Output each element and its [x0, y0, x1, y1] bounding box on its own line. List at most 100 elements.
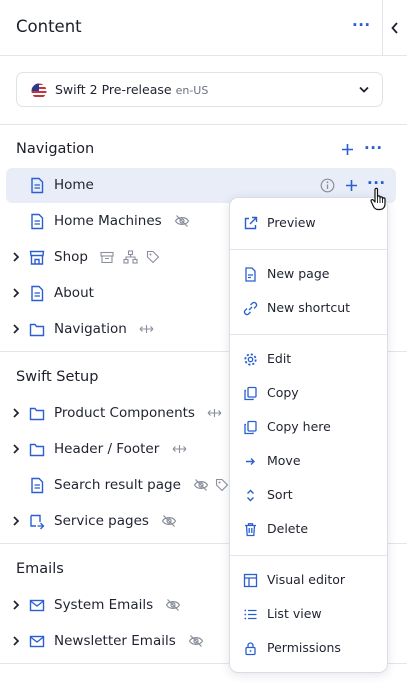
collapse-panel-button[interactable]	[382, 0, 407, 55]
section-title-swift-setup: Swift Setup	[16, 369, 99, 385]
menu-item-list-view[interactable]: List view	[230, 599, 387, 631]
menu-item-label: Visual editor	[267, 572, 346, 587]
chevron-left-icon	[391, 21, 398, 34]
divider	[0, 124, 407, 125]
chevron-right-icon[interactable]	[10, 634, 22, 648]
page-icon	[31, 177, 44, 194]
link-icon	[243, 301, 258, 316]
navigation-more-button[interactable]: ···	[364, 139, 383, 157]
menu-item-preview[interactable]: Preview	[230, 208, 387, 240]
tree-item-label: Navigation	[54, 321, 127, 337]
divider	[0, 55, 407, 56]
chevron-right-icon[interactable]	[10, 406, 22, 420]
layout-icon	[243, 573, 258, 588]
menu-item-label: Copy	[267, 385, 299, 400]
menu-item-label: Sort	[267, 487, 293, 502]
menu-item-label: Move	[267, 453, 301, 468]
menu-item-label: Preview	[267, 215, 316, 230]
site-locale: en-US	[175, 84, 209, 97]
header-more-button[interactable]: ···	[352, 16, 371, 34]
chevron-right-icon[interactable]	[10, 514, 22, 528]
chevron-down-icon	[359, 86, 369, 93]
menu-item-move[interactable]: Move	[230, 446, 387, 478]
tree-item-label: Search result page	[54, 477, 181, 493]
tree-item-label: System Emails	[54, 597, 154, 613]
menu-divider	[230, 555, 387, 556]
eye-off-icon	[193, 479, 209, 491]
tree-item-label: Home Machines	[54, 213, 162, 229]
tree-item-label: Product Components	[54, 405, 195, 421]
us-flag-icon	[31, 83, 47, 99]
arrows-horizontal-icon	[172, 445, 186, 453]
mail-icon	[29, 635, 45, 648]
menu-item-label: New page	[267, 266, 330, 281]
new-page-icon	[245, 267, 256, 282]
section-title-emails: Emails	[16, 561, 64, 577]
folder-icon	[29, 323, 45, 337]
copy-here-icon	[244, 420, 257, 435]
info-icon[interactable]	[320, 178, 335, 193]
tag-icon	[146, 250, 160, 264]
list-icon	[244, 609, 257, 620]
gear-icon	[244, 353, 257, 366]
section-title-navigation: Navigation	[16, 141, 95, 157]
eye-off-icon	[188, 635, 204, 647]
chevron-right-icon[interactable]	[10, 322, 22, 336]
menu-divider	[230, 334, 387, 335]
chevron-right-icon[interactable]	[10, 442, 22, 456]
archive-icon	[100, 251, 114, 263]
sort-icon	[247, 489, 254, 502]
site-selector[interactable]: Swift 2 Pre-release en-US	[16, 72, 383, 107]
external-link-icon	[244, 216, 258, 230]
tree-item-label: Newsletter Emails	[54, 633, 176, 649]
arrows-horizontal-icon	[139, 325, 154, 333]
eye-off-icon	[174, 215, 190, 227]
menu-item-label: Delete	[267, 521, 309, 536]
arrows-horizontal-icon	[207, 409, 222, 417]
menu-item-delete[interactable]: Delete	[230, 514, 387, 546]
menu-item-new-page[interactable]: New page	[230, 259, 387, 291]
page-icon	[31, 213, 44, 230]
add-icon[interactable]	[341, 143, 354, 156]
mail-icon	[29, 599, 45, 612]
service-page-icon	[30, 514, 45, 530]
menu-item-label: Copy here	[267, 419, 331, 434]
menu-item-edit[interactable]: Edit	[230, 344, 387, 376]
page-title: Content	[16, 17, 82, 36]
menu-item-copy-here[interactable]: Copy here	[230, 412, 387, 444]
tree-item-label: Service pages	[54, 513, 149, 529]
menu-item-sort[interactable]: Sort	[230, 480, 387, 512]
folder-icon	[29, 443, 45, 457]
shop-icon	[29, 250, 45, 265]
tag-icon	[216, 478, 229, 492]
eye-off-icon	[166, 599, 181, 611]
chevron-right-icon[interactable]	[10, 598, 22, 612]
copy-icon	[244, 386, 257, 401]
site-name: Swift 2 Pre-release	[55, 82, 172, 97]
menu-item-permissions[interactable]: Permissions	[230, 633, 387, 665]
menu-item-label: New shortcut	[267, 300, 351, 315]
add-icon[interactable]	[345, 179, 358, 192]
menu-item-new-shortcut[interactable]: New shortcut	[230, 293, 387, 325]
hand-cursor-icon	[370, 187, 386, 211]
tree-item-label: About	[54, 285, 94, 301]
menu-item-label: List view	[267, 606, 322, 621]
chevron-right-icon[interactable]	[10, 286, 22, 300]
arrow-right-icon	[246, 458, 255, 465]
tree-item-label: Home	[54, 177, 94, 193]
page-icon	[31, 477, 44, 494]
eye-off-icon	[162, 515, 177, 527]
chevron-right-icon[interactable]	[10, 250, 22, 264]
menu-item-label: Edit	[267, 351, 292, 366]
menu-item-visual-editor[interactable]: Visual editor	[230, 565, 387, 597]
menu-item-label: Permissions	[267, 640, 341, 655]
menu-divider	[230, 249, 387, 250]
trash-icon	[245, 523, 256, 537]
tree-item-label: Shop	[54, 249, 88, 265]
sitemap-icon	[123, 250, 138, 264]
folder-icon	[29, 407, 45, 421]
context-menu: Preview New page New shortcut Edit Copy …	[229, 197, 388, 673]
lock-icon	[245, 642, 256, 656]
tree-item-label: Header / Footer	[54, 441, 160, 457]
menu-item-copy[interactable]: Copy	[230, 378, 387, 410]
